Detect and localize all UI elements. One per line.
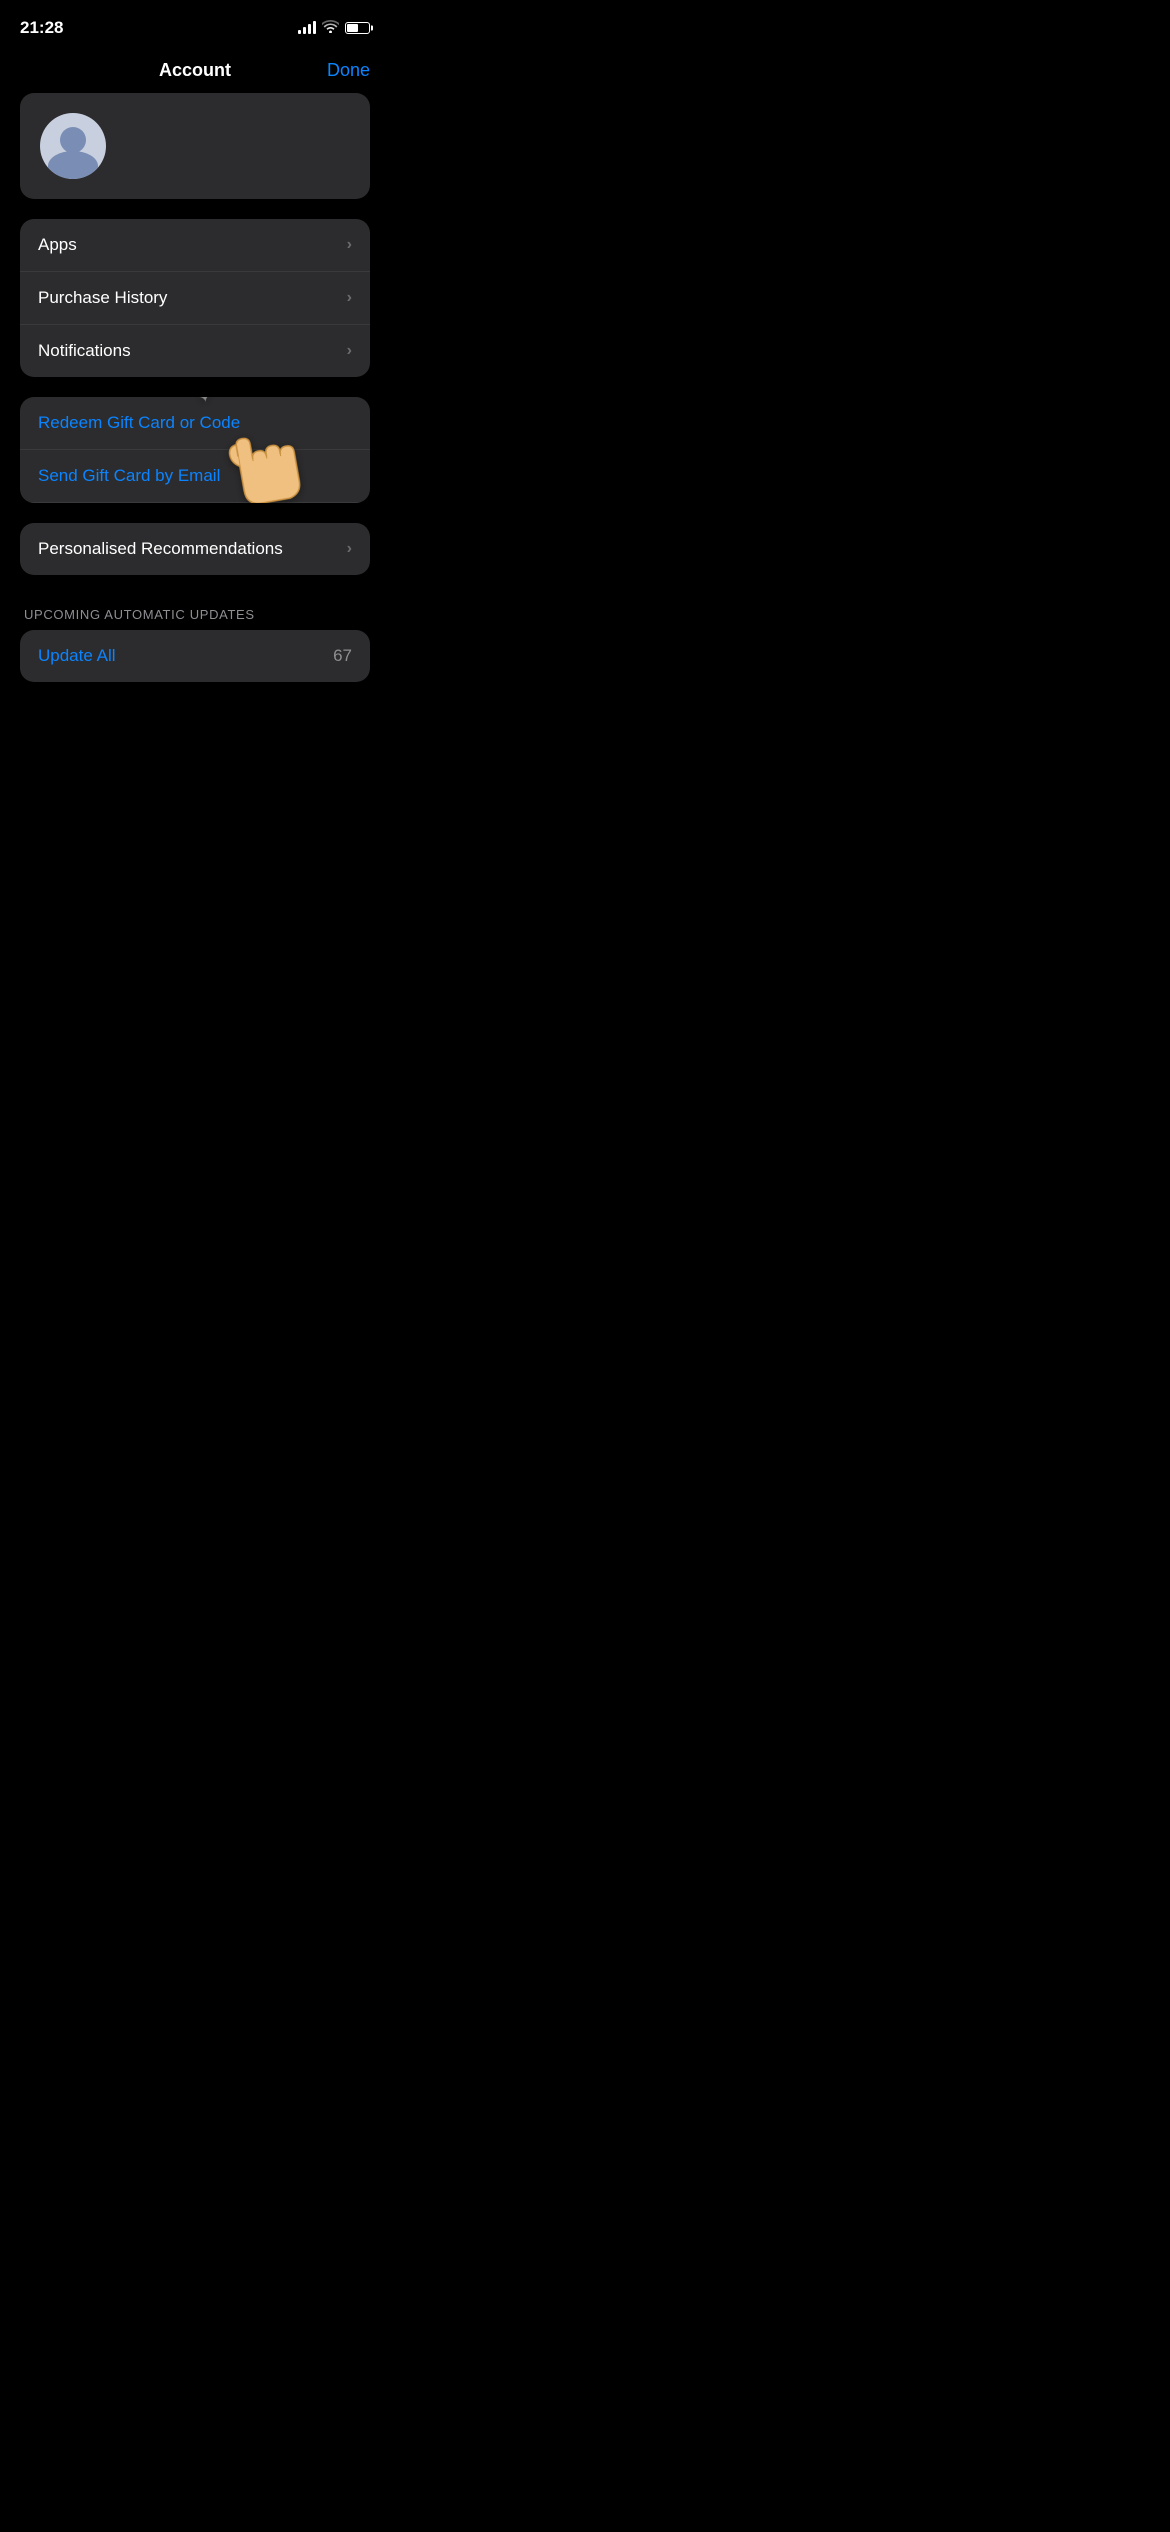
avatar-head	[60, 127, 86, 153]
notifications-label: Notifications	[38, 341, 131, 361]
personalised-recommendations-label: Personalised Recommendations	[38, 539, 283, 559]
personalised-chevron-icon: ›	[347, 540, 352, 558]
upcoming-updates-section: UPCOMING AUTOMATIC UPDATES Update All 67	[20, 595, 370, 682]
update-all-item[interactable]: Update All 67	[20, 630, 370, 682]
main-menu-group: Apps › Purchase History › Notifications …	[20, 219, 370, 377]
status-time: 21:28	[20, 18, 63, 38]
updates-section-label: UPCOMING AUTOMATIC UPDATES	[20, 595, 370, 630]
purchase-history-label: Purchase History	[38, 288, 167, 308]
personalised-recommendations-item[interactable]: Personalised Recommendations ›	[20, 523, 370, 575]
notifications-menu-item[interactable]: Notifications ›	[20, 325, 370, 377]
apps-menu-item[interactable]: Apps ›	[20, 219, 370, 272]
redeem-gift-card-label: Redeem Gift Card or Code	[38, 413, 240, 433]
wifi-icon	[322, 20, 339, 36]
send-gift-card-item[interactable]: Send Gift Card by Email	[20, 450, 370, 503]
done-button[interactable]: Done	[327, 60, 370, 81]
main-content: Apps › Purchase History › Notifications …	[0, 93, 390, 682]
status-bar: 21:28	[0, 0, 390, 50]
avatar	[40, 113, 106, 179]
gift-card-group: Redeem Gift Card or Code Send Gift Card …	[20, 397, 370, 503]
redeem-gift-card-item[interactable]: Redeem Gift Card or Code	[20, 397, 370, 450]
status-icons	[298, 20, 370, 36]
nav-bar: Account Done	[0, 50, 390, 93]
battery-icon	[345, 22, 370, 34]
avatar-body	[48, 151, 98, 179]
purchase-history-chevron-icon: ›	[347, 289, 352, 307]
update-count: 67	[333, 646, 352, 666]
signal-icon	[298, 22, 316, 34]
personalised-recommendations-group: Personalised Recommendations ›	[20, 523, 370, 575]
apps-chevron-icon: ›	[347, 236, 352, 254]
profile-card[interactable]	[20, 93, 370, 199]
update-all-label: Update All	[38, 646, 116, 666]
page-title: Account	[159, 60, 231, 81]
send-gift-card-label: Send Gift Card by Email	[38, 466, 220, 486]
notifications-chevron-icon: ›	[347, 342, 352, 360]
apps-label: Apps	[38, 235, 77, 255]
purchase-history-menu-item[interactable]: Purchase History ›	[20, 272, 370, 325]
update-all-group: Update All 67	[20, 630, 370, 682]
